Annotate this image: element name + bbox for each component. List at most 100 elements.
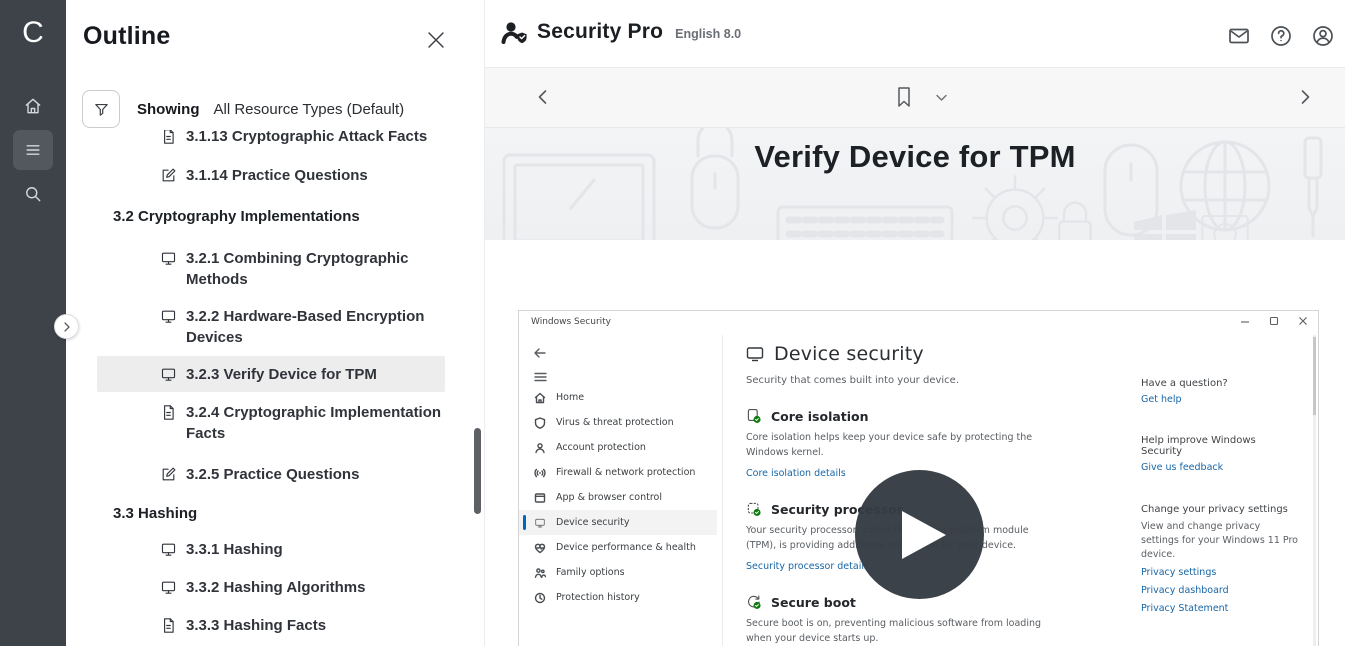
win-help-group: Help improve Windows Security Give us fee… xyxy=(1141,435,1299,475)
video-play-button[interactable] xyxy=(855,470,984,599)
win-nav-item[interactable]: Account protection xyxy=(519,435,717,460)
bookmark-menu-button[interactable] xyxy=(935,93,948,103)
decorative-padlock-icon xyxy=(1045,198,1105,240)
help-button[interactable] xyxy=(1269,24,1293,48)
win-heading-label: Device security xyxy=(774,343,924,365)
chevron-down-icon xyxy=(935,93,948,103)
win-nav-item[interactable]: Protection history xyxy=(519,585,717,610)
app-root: C Outline xyxy=(0,0,1345,646)
outline-item[interactable]: 3.3.3 Hashing Facts xyxy=(160,613,485,638)
bookmark-icon xyxy=(893,85,915,109)
win-nav-item-selected[interactable]: Device security xyxy=(519,510,717,535)
close-icon[interactable] xyxy=(1298,315,1308,327)
win-nav-item[interactable]: Family options xyxy=(519,560,717,585)
win-help-title: Change your privacy settings xyxy=(1141,504,1299,515)
app-logo: C xyxy=(0,16,66,50)
win-section-link[interactable]: Security processor details xyxy=(746,561,869,572)
win-nav-item[interactable]: Virus & threat protection xyxy=(519,410,717,435)
win-section-header: Core isolation xyxy=(746,408,1046,424)
lesson-banner: Verify Device for TPM xyxy=(485,128,1345,240)
win-section-header: Secure boot xyxy=(746,594,1046,610)
outline-item-selected[interactable]: 3.2.3 Verify Device for TPM xyxy=(97,356,445,392)
home-button[interactable] xyxy=(13,86,53,126)
win-nav-item[interactable]: Device performance & health xyxy=(519,535,717,560)
messages-button[interactable] xyxy=(1227,24,1251,48)
outline-item[interactable]: 3.2.4 Cryptographic Implementation Facts xyxy=(160,400,485,446)
win-section-title: Core isolation xyxy=(771,409,869,424)
outline-item-label: 3.1.13 Cryptographic Attack Facts xyxy=(186,130,427,147)
monitor-icon xyxy=(160,366,177,383)
outline-list: 3.1.13 Cryptographic Attack Facts 3.1.14 … xyxy=(66,130,485,646)
app-version: English 8.0 xyxy=(675,27,741,41)
lesson-toolbar xyxy=(485,68,1345,128)
win-help-group: Change your privacy settings View and cha… xyxy=(1141,504,1299,616)
chevron-right-icon xyxy=(62,322,72,332)
win-help-body: View and change privacy settings for you… xyxy=(1141,520,1299,562)
monitor-icon xyxy=(160,250,177,267)
win-nav-item[interactable]: Home xyxy=(519,385,717,410)
outline-section-header: 3.3 Hashing xyxy=(113,504,485,524)
help-icon xyxy=(1269,24,1293,48)
minimize-icon[interactable] xyxy=(1240,315,1250,327)
outline-item-label: 3.2.1 Combining Cryptographic Methods xyxy=(186,248,442,290)
home-icon xyxy=(534,392,546,404)
pencil-icon xyxy=(160,466,177,483)
win-help-link[interactable]: Give us feedback xyxy=(1141,461,1299,475)
win-scrollbar-thumb[interactable] xyxy=(1313,337,1316,415)
search-icon xyxy=(23,184,43,204)
chevron-right-icon xyxy=(1296,88,1314,106)
document-icon xyxy=(160,404,177,421)
outline-panel: Outline Showing All Resource Types (Defa… xyxy=(66,0,485,646)
outline-menu-button[interactable] xyxy=(13,130,53,170)
filter-row: Showing All Resource Types (Default) xyxy=(82,90,404,128)
account-button[interactable] xyxy=(1311,24,1335,48)
collapse-panel-button[interactable] xyxy=(54,314,79,339)
outline-item[interactable]: 3.2.1 Combining Cryptographic Methods xyxy=(160,246,485,292)
win-back-icon[interactable] xyxy=(534,347,546,359)
play-icon xyxy=(902,511,946,559)
win-menu-icon[interactable] xyxy=(534,372,547,382)
win-help-title: Help improve Windows Security xyxy=(1141,435,1299,457)
win-help-group: Have a question?Get help xyxy=(1141,378,1299,407)
search-button[interactable] xyxy=(13,174,53,214)
appwindow-icon xyxy=(534,492,546,504)
previous-lesson-button[interactable] xyxy=(534,88,552,106)
person-icon xyxy=(534,442,546,454)
win-section-title: Secure boot xyxy=(771,595,856,610)
win-help-link[interactable]: Privacy settings xyxy=(1141,566,1299,580)
maximize-icon[interactable] xyxy=(1269,315,1279,327)
next-lesson-button[interactable] xyxy=(1296,88,1314,106)
outline-item[interactable]: 3.2.5 Practice Questions xyxy=(160,462,485,487)
lesson-content: Windows Security HomeVirus & threat prot… xyxy=(485,240,1345,646)
outline-scrollbar-thumb[interactable] xyxy=(474,428,481,514)
outline-item[interactable]: 3.3.2 Hashing Algorithms xyxy=(160,575,485,600)
video-player[interactable]: Windows Security HomeVirus & threat prot… xyxy=(518,310,1319,646)
win-help-link[interactable]: Privacy dashboard xyxy=(1141,584,1299,598)
outline-item-label: 3.2.3 Verify Device for TPM xyxy=(186,364,377,385)
pencil-icon xyxy=(160,167,177,184)
close-icon xyxy=(424,28,448,52)
brand: Security Pro English 8.0 xyxy=(501,20,741,46)
win-help-link[interactable]: Get help xyxy=(1141,393,1299,407)
menu-icon xyxy=(23,140,43,160)
win-nav-label: App & browser control xyxy=(556,492,662,503)
win-nav-item[interactable]: Firewall & network protection xyxy=(519,460,717,485)
bookmark-button[interactable] xyxy=(893,85,915,109)
main-area: Security Pro English 8.0 xyxy=(485,0,1345,646)
outline-item[interactable]: 3.2.2 Hardware-Based Encryption Devices xyxy=(160,304,485,350)
user-icon xyxy=(1311,24,1335,48)
outline-item[interactable]: 3.3.1 Hashing xyxy=(160,537,485,562)
win-help-link[interactable]: Privacy Statement xyxy=(1141,602,1299,616)
mail-icon xyxy=(1227,24,1251,48)
filter-button[interactable] xyxy=(82,90,120,128)
win-nav-item[interactable]: App & browser control xyxy=(519,485,717,510)
win-nav-label: Firewall & network protection xyxy=(556,467,695,478)
win-nav-label: Account protection xyxy=(556,442,646,453)
decorative-camera-icon xyxy=(1185,212,1265,240)
close-outline-button[interactable] xyxy=(424,28,448,52)
outline-item[interactable]: 3.1.14 Practice Questions xyxy=(160,163,485,188)
outline-item[interactable]: 3.1.13 Cryptographic Attack Facts xyxy=(160,130,485,149)
win-section-link[interactable]: Core isolation details xyxy=(746,468,846,479)
video-window-title: Windows Security xyxy=(531,317,611,327)
win-nav-label: Device performance & health xyxy=(556,542,696,553)
